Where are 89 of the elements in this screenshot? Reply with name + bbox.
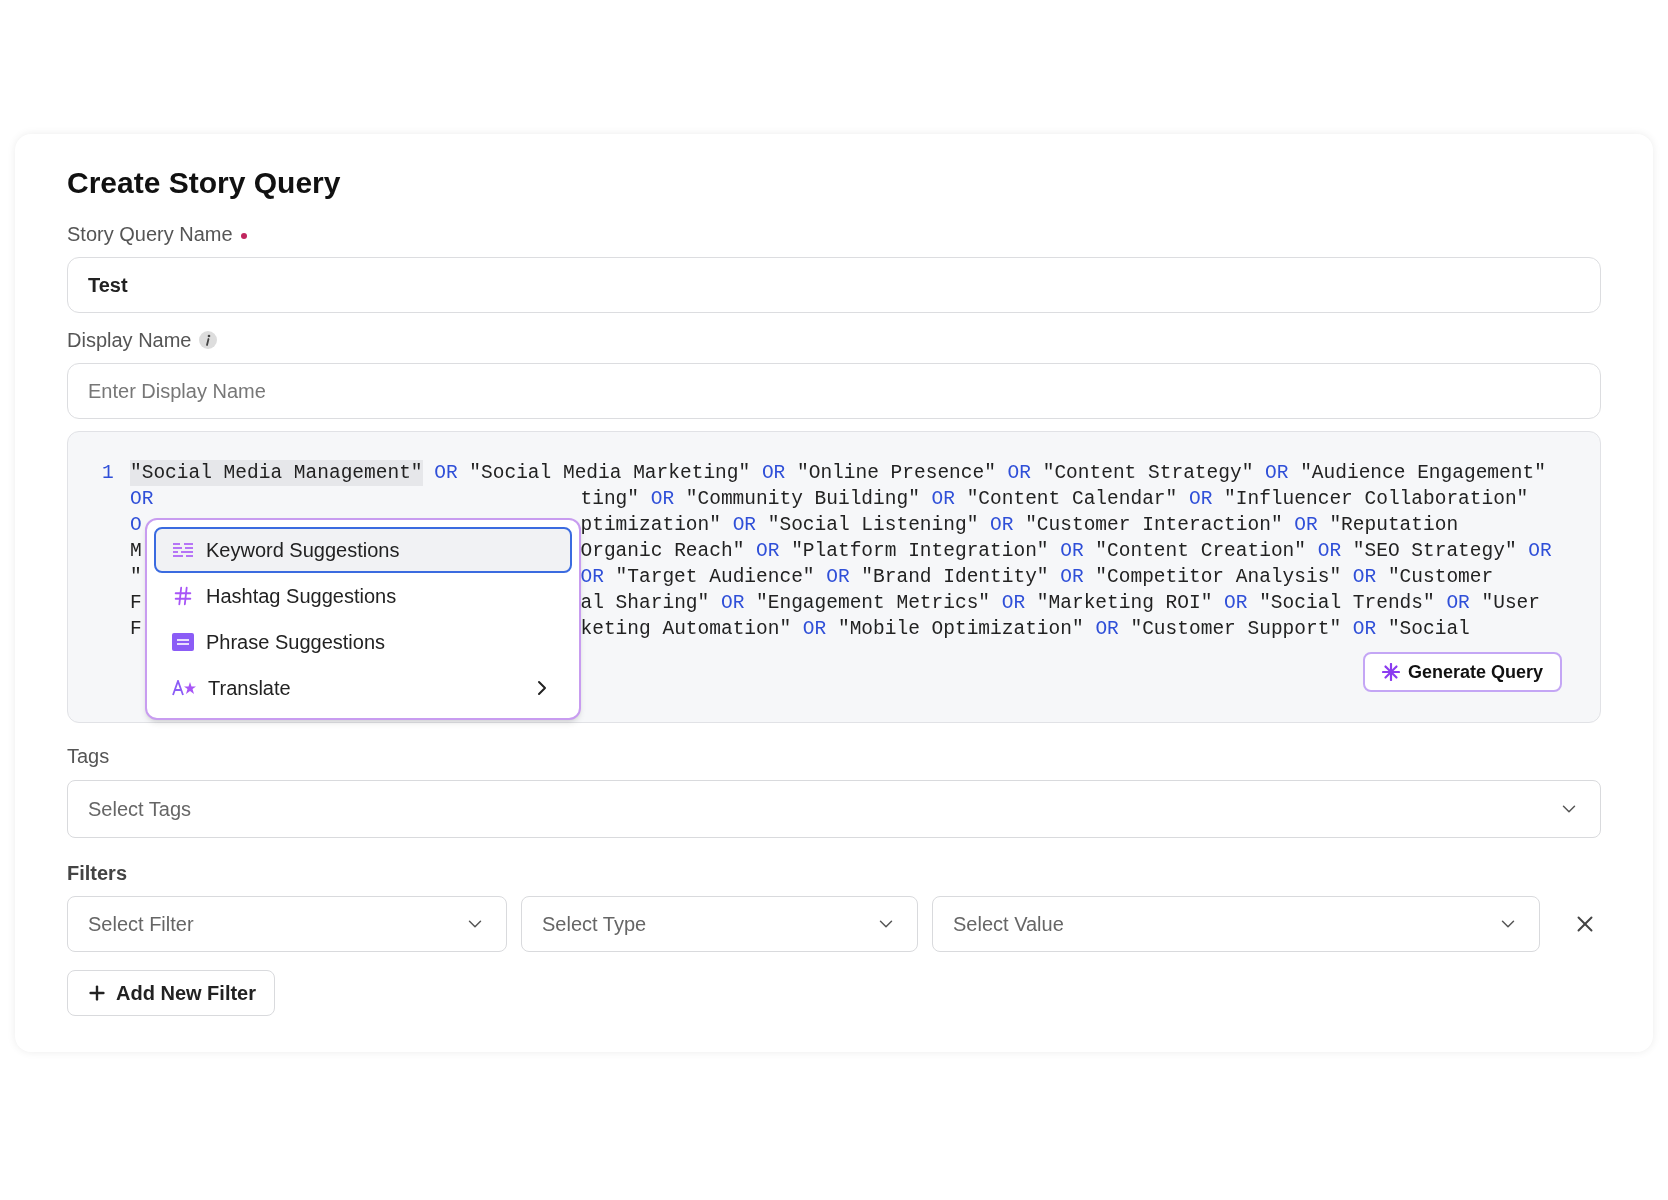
code-string: "Engagement Metrics"	[756, 591, 991, 616]
code-keyword: OR	[1060, 565, 1084, 590]
code-string: "Brand Identity"	[861, 565, 1049, 590]
code-keyword: OR	[1060, 539, 1084, 564]
code-string: "Customer	[1387, 565, 1494, 590]
select-placeholder: Select Filter	[88, 912, 194, 937]
code-keyword: OR	[1528, 539, 1552, 564]
field-label: Tags	[67, 744, 110, 769]
code-string: "Content Calendar"	[966, 487, 1178, 512]
code-string: "Online Presence"	[797, 461, 996, 486]
select-dropdown[interactable]: Select Tags	[67, 780, 1601, 838]
code-keyword: OR	[990, 513, 1014, 538]
form-title: Create Story Query	[67, 165, 342, 201]
code-string: M	[130, 539, 142, 564]
code-keyword: OR	[1352, 617, 1377, 642]
select-placeholder: Select Value	[953, 912, 1064, 937]
code-string: "Customer Support"	[1130, 617, 1342, 642]
add-filter-button[interactable]: Add New Filter	[67, 970, 275, 1016]
code-keyword: OR	[931, 487, 955, 512]
code-string: "Social	[1387, 617, 1470, 642]
code-keyword: OR	[1001, 591, 1026, 616]
list-icon	[172, 542, 194, 558]
menu-item[interactable]: Keyword Suggestions	[154, 527, 572, 573]
code-string: "Content Strategy"	[1042, 461, 1254, 486]
code-string: "Customer Interaction"	[1025, 513, 1283, 538]
code-keyword: OR	[732, 513, 757, 538]
code-string: "Social Trends"	[1259, 591, 1435, 616]
info-icon	[199, 331, 218, 349]
code-keyword: OR	[756, 539, 780, 564]
code-keyword: OR	[1265, 461, 1289, 486]
code-string: "Reputation	[1329, 513, 1459, 538]
code-keyword: OR	[826, 565, 850, 590]
code-keyword: OR	[1317, 539, 1342, 564]
code-string: keting Automation"	[580, 617, 792, 642]
code-string: "Content Creation"	[1095, 539, 1306, 564]
code-string: "SEO Strategy"	[1352, 539, 1517, 564]
menu-item[interactable]: Phrase Suggestions	[154, 619, 572, 665]
code-string: "Community Building"	[685, 487, 920, 512]
text-input-field[interactable]: Test	[67, 257, 1601, 313]
code-string: "Social Media Marketing"	[469, 461, 751, 486]
code-string: ptimization"	[580, 513, 721, 538]
code-string: ting"	[580, 487, 640, 512]
code-string: "Mobile Optimization"	[837, 617, 1084, 642]
text-block-icon	[172, 633, 194, 651]
code-keyword: OR	[1294, 513, 1318, 538]
menu-item[interactable]: Translate	[154, 665, 572, 711]
select-dropdown[interactable]: Select Filter	[67, 896, 507, 952]
code-string: "Target Audience"	[615, 565, 815, 590]
text-input-field[interactable]: Enter Display Name	[67, 363, 1601, 419]
select-dropdown[interactable]: Select Value	[932, 896, 1540, 952]
code-keyword: OR	[1188, 487, 1213, 512]
code-string: "Social Listening"	[767, 513, 979, 538]
generate-query-button[interactable]: Generate Query	[1362, 652, 1562, 692]
code-string: "Social Media Management"	[130, 460, 423, 486]
code-string: "Competitor Analysis"	[1095, 565, 1342, 590]
code-keyword: OR	[1352, 565, 1377, 590]
code-string: "Audience Engagement"	[1300, 461, 1546, 486]
select-placeholder: Select Type	[542, 912, 647, 937]
code-string: "	[130, 565, 142, 590]
hashtag-icon	[172, 585, 194, 607]
code-keyword: OR	[802, 617, 827, 642]
code-keyword: OR	[130, 487, 154, 512]
code-keyword: OR	[761, 461, 786, 486]
line-number: 1	[102, 461, 115, 486]
code-string: al Sharing"	[580, 591, 710, 616]
menu-item[interactable]: Hashtag Suggestions	[154, 573, 572, 619]
code-keyword: OR	[1095, 617, 1119, 642]
code-string: F	[130, 591, 142, 616]
code-string: "User	[1481, 591, 1540, 616]
select-dropdown[interactable]: Select Type	[521, 896, 918, 952]
code-keyword: O	[130, 513, 142, 538]
field-label: Display Name	[67, 328, 192, 353]
code-keyword: OR	[650, 487, 675, 512]
field-label: Story Query Name	[67, 222, 233, 247]
sparkle-icon	[1381, 663, 1400, 681]
code-keyword: OR	[1007, 461, 1031, 486]
code-string: F	[130, 617, 142, 642]
translate-icon	[172, 680, 196, 696]
code-keyword: OR	[580, 565, 604, 590]
field-label: Filters	[67, 861, 128, 886]
code-string: "Influencer Collaboration"	[1224, 487, 1529, 512]
code-keyword: OR	[720, 591, 745, 616]
code-string: "Marketing ROI"	[1036, 591, 1213, 616]
code-keyword: OR	[434, 461, 458, 486]
code-keyword: OR	[1224, 591, 1248, 616]
code-string: Organic Reach"	[580, 539, 745, 564]
code-string: "Platform Integration"	[791, 539, 1049, 564]
select-placeholder: Select Tags	[88, 797, 192, 822]
code-keyword: OR	[1446, 591, 1470, 616]
